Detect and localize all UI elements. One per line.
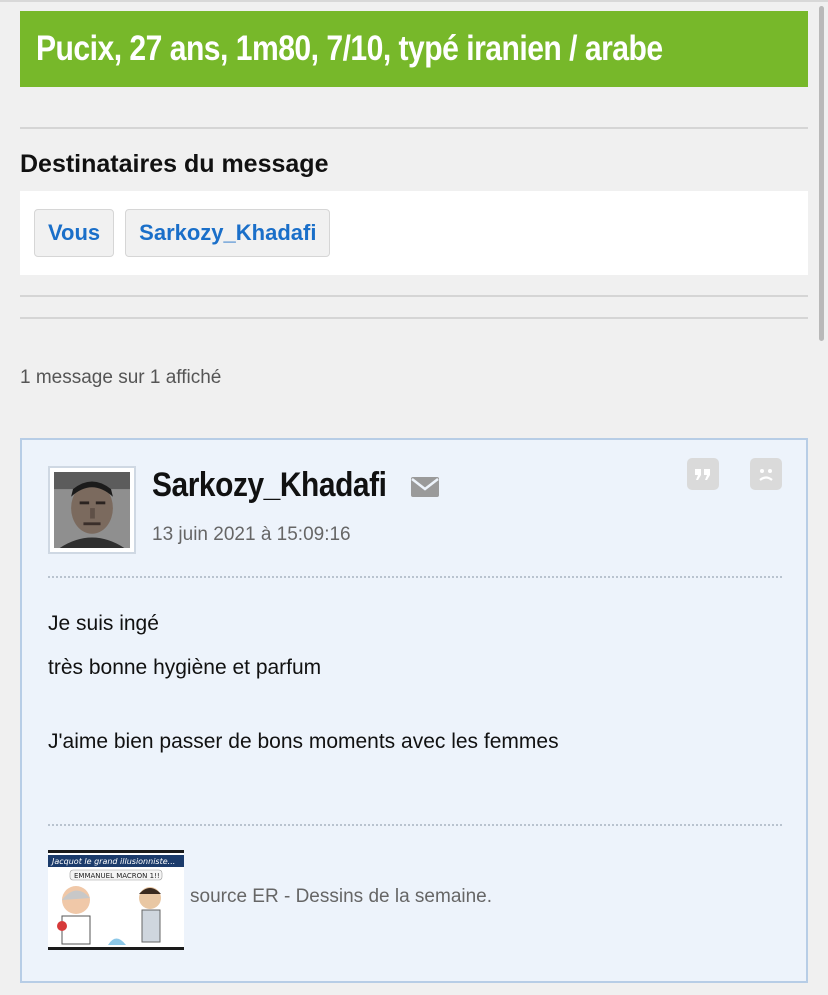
recipient-you[interactable]: Vous: [34, 209, 115, 257]
avatar-photo: [54, 472, 130, 548]
quote-icon[interactable]: [687, 458, 719, 490]
cartoon-bubble-text: EMMANUEL MACRON 1!!: [74, 872, 160, 880]
report-icon[interactable]: [750, 458, 782, 490]
recipients-heading: Destinataires du message: [20, 150, 329, 178]
divider: [20, 317, 808, 319]
scrollbar[interactable]: [819, 6, 824, 341]
mail-icon[interactable]: [410, 476, 440, 498]
recipients-list: Vous Sarkozy_Khadafi: [20, 191, 808, 275]
message-count: 1 message sur 1 affiché: [20, 367, 222, 388]
signature-text: source ER - Dessins de la semaine.: [190, 886, 493, 907]
author-name[interactable]: Sarkozy_Khadafi: [152, 466, 387, 505]
message-date: 13 juin 2021 à 15:09:16: [152, 524, 351, 545]
message-line: J'aime bien passer de bons moments avec …: [48, 730, 559, 753]
divider: [20, 127, 808, 129]
avatar[interactable]: [48, 466, 136, 554]
topic-title-bar: Pucix, 27 ans, 1m80, 7/10, typé iranien …: [20, 11, 808, 87]
message-card: Sarkozy_Khadafi 13 juin 2021 à 15:09:16 …: [20, 438, 808, 983]
signature-cartoon-image[interactable]: Jacquot le grand illusionniste... EMMANU…: [48, 850, 184, 950]
window-top-edge: [0, 0, 828, 2]
recipient-user[interactable]: Sarkozy_Khadafi: [125, 209, 331, 257]
message-line: très bonne hygiène et parfum: [48, 656, 322, 679]
divider: [20, 295, 808, 297]
separator: [48, 576, 782, 578]
message-line: Je suis ingé: [48, 612, 159, 635]
topic-title: Pucix, 27 ans, 1m80, 7/10, typé iranien …: [36, 29, 663, 68]
signature-separator: [48, 824, 782, 826]
cartoon-caption: Jacquot le grand illusionniste...: [50, 857, 175, 866]
